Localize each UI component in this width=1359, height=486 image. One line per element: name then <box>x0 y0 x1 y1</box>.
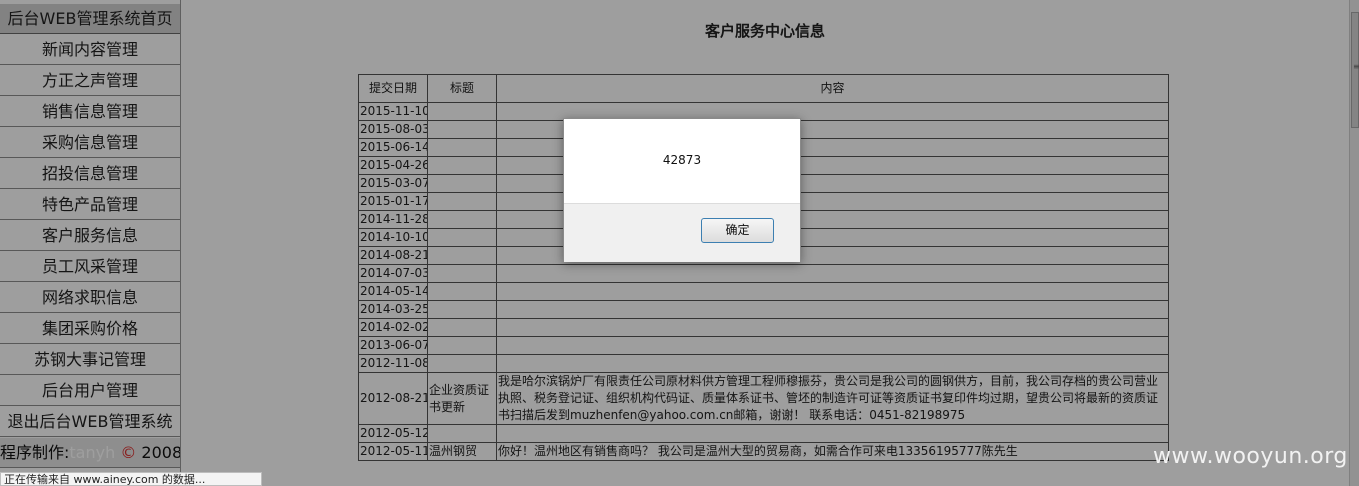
ok-button[interactable]: 确定 <box>701 218 774 243</box>
modal-overlay: 42873 确定 <box>0 0 1359 486</box>
status-bar: 正在传输来自 www.ainey.com 的数据... <box>0 472 262 486</box>
alert-message: 42873 <box>662 153 702 167</box>
alert-dialog: 42873 确定 <box>563 118 801 262</box>
alert-footer: 确定 <box>564 203 800 262</box>
watermark: www.wooyun.org <box>1153 444 1348 469</box>
